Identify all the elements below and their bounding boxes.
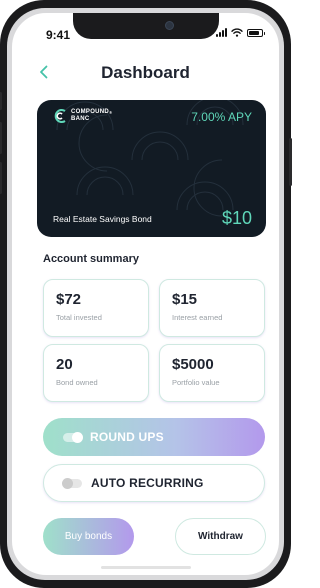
stat-portfolio-value: $5000 Portfolio value <box>159 344 265 402</box>
compound-logo-mark-icon <box>54 109 66 123</box>
bond-card[interactable]: COMPOUND® BANC 7.00% APY Real Estate Sav… <box>37 100 266 237</box>
stat-interest-earned: $15 Interest earned <box>159 279 265 337</box>
stat-bonds-owned: 20 Bond owned <box>43 344 149 402</box>
stat-total-invested: $72 Total invested <box>43 279 149 337</box>
auto-recurring-toggle[interactable]: AUTO RECURRING <box>43 464 265 502</box>
battery-level <box>249 30 260 35</box>
card-product-name: Real Estate Savings Bond <box>53 214 152 224</box>
page-title: Dashboard <box>101 63 190 82</box>
stat-label: Interest earned <box>172 313 223 322</box>
round-ups-toggle[interactable]: ROUND UPS <box>43 418 265 456</box>
wifi-icon <box>231 28 243 37</box>
stat-value: $72 <box>56 291 82 308</box>
app-screen: 9:41 Dashboard COMPOUND® BANC 7.00% APY … <box>12 13 279 575</box>
stat-label: Total invested <box>56 313 102 322</box>
side-button-mute <box>0 92 2 110</box>
toggle-switch-off-icon[interactable] <box>62 477 82 489</box>
buy-bonds-button[interactable]: Buy bonds <box>43 518 134 555</box>
auto-recurring-label: AUTO RECURRING <box>91 476 204 490</box>
side-button-volume-up <box>0 122 2 154</box>
stat-value: $15 <box>172 291 198 308</box>
home-indicator <box>100 566 191 569</box>
card-apy: 7.00% APY <box>191 110 252 124</box>
status-icons <box>216 28 265 37</box>
stat-value: $5000 <box>172 356 214 373</box>
stat-value: 20 <box>56 356 73 373</box>
round-ups-label: ROUND UPS <box>90 430 164 444</box>
status-time: 9:41 <box>46 28 71 42</box>
stat-label: Portfolio value <box>172 378 220 387</box>
compound-banc-logo: COMPOUND® BANC <box>53 109 112 123</box>
side-button-power <box>289 138 292 186</box>
stat-label: Bond owned <box>56 378 98 387</box>
cellular-signal-icon <box>216 28 227 37</box>
side-button-volume-down <box>0 162 2 194</box>
logo-text: COMPOUND® BANC <box>71 109 113 122</box>
toggle-switch-on-icon[interactable] <box>63 431 83 443</box>
withdraw-button[interactable]: Withdraw <box>175 518 266 555</box>
account-summary-title: Account summary <box>43 253 139 265</box>
card-balance: $10 <box>221 208 252 228</box>
front-camera <box>164 21 174 30</box>
notch <box>72 13 219 39</box>
battery-icon <box>247 28 265 37</box>
